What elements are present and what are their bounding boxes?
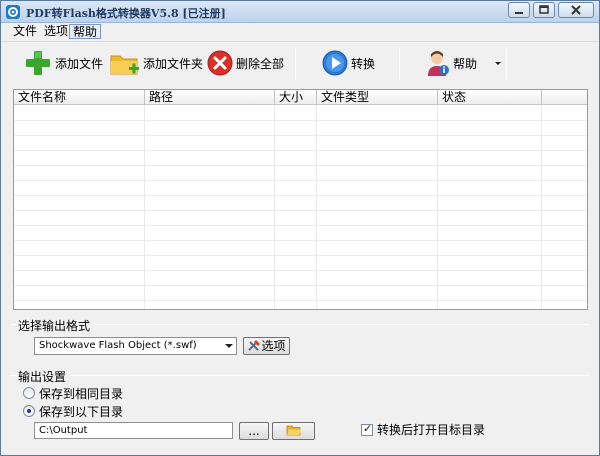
add-folder-button[interactable]: 添加文件夹 — [109, 45, 203, 81]
output-format-select[interactable]: Shockwave Flash Object (*.swf) — [34, 337, 237, 355]
open-folder-button[interactable] — [272, 422, 315, 440]
folder-icon — [286, 425, 301, 436]
open-after-convert-checkbox[interactable] — [361, 422, 373, 436]
close-icon — [571, 5, 581, 15]
play-circle-icon — [322, 50, 348, 76]
row-gridline — [14, 120, 587, 121]
column-header-name[interactable]: 文件名称 — [14, 90, 145, 105]
menu-options[interactable]: 选项 — [41, 24, 71, 39]
maximize-icon — [539, 5, 549, 14]
radio-same-directory-label: 保存到相同目录 — [39, 386, 124, 401]
output-format-value: Shockwave Flash Object (*.swf) — [39, 340, 197, 351]
menu-help[interactable]: 帮助 — [69, 24, 102, 39]
plus-icon — [26, 51, 50, 75]
format-options-button[interactable]: 选项 — [243, 337, 290, 355]
file-list-header: 文件名称 路径 大小 文件类型 状态 — [14, 90, 587, 105]
column-header-size[interactable]: 大小 — [275, 90, 317, 105]
row-gridline — [14, 240, 587, 241]
toolbar-separator — [399, 48, 400, 80]
group-divider — [11, 375, 589, 376]
format-options-label: 选项 — [261, 339, 286, 353]
toolbar-separator — [295, 48, 296, 80]
radio-button-selected[interactable] — [23, 405, 35, 417]
output-path-input[interactable]: C:\Output — [34, 422, 233, 439]
browse-button[interactable]: ... — [239, 422, 269, 440]
row-gridline — [14, 210, 587, 211]
help-button[interactable]: 帮助 — [425, 45, 505, 81]
window-title: PDF转Flash格式转换器V5.8 [已注册] — [26, 7, 226, 20]
output-format-group-title: 选择输出格式 — [18, 317, 95, 334]
app-icon — [6, 5, 20, 19]
column-header-status[interactable]: 状态 — [438, 90, 542, 105]
add-file-label: 添加文件 — [55, 56, 104, 71]
row-gridline — [14, 180, 587, 181]
column-header-path[interactable]: 路径 — [145, 90, 275, 105]
close-button[interactable] — [558, 2, 594, 18]
column-header-type[interactable]: 文件类型 — [317, 90, 438, 105]
help-person-icon — [428, 51, 449, 76]
row-gridline — [14, 150, 587, 151]
row-gridline — [14, 285, 587, 286]
radio-button[interactable] — [23, 387, 35, 399]
tools-icon — [248, 339, 261, 351]
radio-custom-directory[interactable]: 保存到以下目录 — [23, 404, 124, 419]
output-settings-group-title: 输出设置 — [18, 368, 71, 385]
maximize-button[interactable] — [533, 2, 555, 18]
row-gridline — [14, 165, 587, 166]
chevron-down-icon[interactable] — [225, 344, 233, 348]
row-gridline — [14, 300, 587, 301]
delete-all-label: 删除全部 — [236, 56, 285, 71]
title-bar[interactable]: PDF转Flash格式转换器V5.8 [已注册] — [1, 1, 599, 23]
minimize-button[interactable] — [508, 2, 530, 18]
add-folder-label: 添加文件夹 — [143, 56, 204, 71]
delete-circle-icon — [207, 50, 233, 76]
convert-label: 转换 — [351, 56, 376, 71]
app-window: PDF转Flash格式转换器V5.8 [已注册] 文件 选项 帮助 添加文件 添… — [0, 0, 600, 456]
radio-same-directory[interactable]: 保存到相同目录 — [23, 386, 124, 401]
row-gridline — [14, 195, 587, 196]
radio-custom-directory-label: 保存到以下目录 — [39, 404, 124, 419]
menu-bar: 文件 选项 帮助 — [1, 23, 599, 40]
add-file-button[interactable]: 添加文件 — [23, 45, 103, 81]
row-gridline — [14, 225, 587, 226]
toolbar: 添加文件 添加文件夹 删除全部 转换 帮助 — [1, 41, 599, 85]
row-gridline — [14, 135, 587, 136]
open-after-convert[interactable]: 转换后打开目标目录 — [361, 422, 485, 437]
row-gridline — [14, 270, 587, 271]
convert-button[interactable]: 转换 — [321, 45, 375, 81]
menu-file[interactable]: 文件 — [10, 24, 40, 39]
group-divider — [11, 324, 589, 325]
delete-all-button[interactable]: 删除全部 — [206, 45, 284, 81]
folder-add-icon — [110, 55, 139, 75]
row-gridline — [14, 255, 587, 256]
file-list[interactable]: 文件名称 路径 大小 文件类型 状态 — [13, 89, 588, 310]
help-label: 帮助 — [453, 56, 478, 71]
minimize-icon — [515, 12, 523, 14]
chevron-down-icon[interactable] — [491, 58, 505, 68]
toolbar-separator — [506, 48, 507, 80]
open-after-convert-label: 转换后打开目标目录 — [377, 423, 486, 437]
